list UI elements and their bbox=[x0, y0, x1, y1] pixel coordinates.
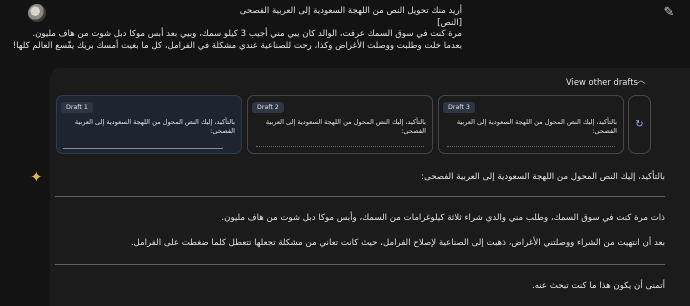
draft-card-3[interactable]: Draft 3 بالتأكيد، إليك النص المحول من ال… bbox=[438, 95, 624, 154]
draft-label: Draft 3 bbox=[443, 102, 475, 113]
regenerate-drafts-icon[interactable]: ↻ bbox=[628, 95, 651, 154]
draft-preview: بالتأكيد، إليك النص المحول من اللهجة الس… bbox=[265, 118, 426, 135]
user-prompt: أريد منك تحويل النص من اللهجة السعودية إ… bbox=[12, 6, 462, 52]
prompt-line: [النص] bbox=[437, 17, 462, 28]
response-divider-bottom bbox=[55, 264, 665, 265]
prompt-line: بعدما خلت وطلبت ووصلت الأغراض وكذا، رحت … bbox=[12, 40, 462, 51]
draft-divider bbox=[447, 146, 615, 149]
gemini-sparkle-icon: ✦ bbox=[30, 168, 43, 186]
draft-preview: بالتأكيد، إليك النص المحول من اللهجة الس… bbox=[74, 118, 235, 135]
edit-prompt-icon[interactable]: ✎ bbox=[660, 4, 678, 22]
chevron-up-icon[interactable]: ︿ bbox=[634, 74, 648, 88]
draft-card-2[interactable]: Draft 2 بالتأكيد، إليك النص المحول من ال… bbox=[247, 95, 433, 154]
prompt-line: أريد منك تحويل النص من اللهجة السعودية إ… bbox=[239, 6, 462, 16]
response-paragraph-1: ذات مرة كنت في سوق السمك، وطلب مني والدي… bbox=[221, 213, 665, 223]
draft-label: Draft 1 bbox=[61, 102, 93, 113]
draft-divider bbox=[256, 146, 424, 149]
draft-label: Draft 2 bbox=[252, 102, 284, 113]
response-divider-top bbox=[55, 196, 665, 197]
response-paragraph-2: بعد أن انتهيت من الشراء ووصلتني الأغراض،… bbox=[130, 238, 665, 248]
prompt-line: مرة كنت في سوق السمك عرفت، الوالد كان يب… bbox=[32, 29, 462, 39]
draft-divider bbox=[63, 148, 223, 149]
draft-preview: بالتأكيد، إليك النص المحول من اللهجة الس… bbox=[456, 118, 617, 135]
response-closing: أتمنى أن يكون هذا ما كنت تبحث عنه. bbox=[531, 281, 665, 291]
response-intro: بالتأكيد، إليك النص المحول من اللهجة الس… bbox=[421, 172, 665, 182]
view-other-drafts-button[interactable]: View other drafts bbox=[566, 77, 638, 87]
draft-card-1[interactable]: Draft 1 بالتأكيد، إليك النص المحول من ال… bbox=[56, 95, 242, 154]
